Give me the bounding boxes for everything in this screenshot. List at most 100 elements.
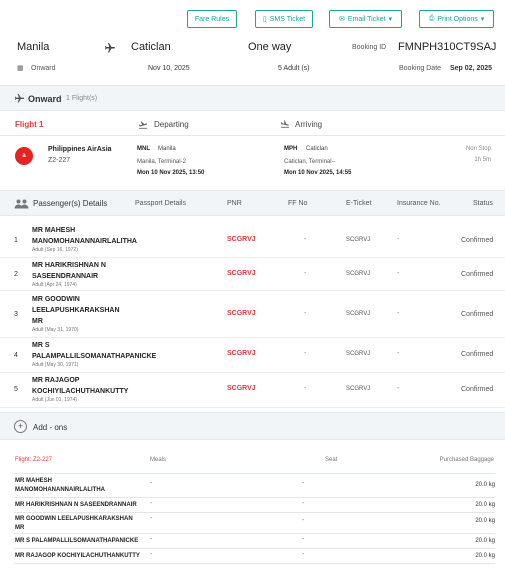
name-line: MR HARIKRISHNAN N bbox=[32, 262, 106, 269]
name-line: MANOMOHANANNAIRLALITHA bbox=[15, 487, 105, 493]
booking-header: Manila Caticlan One way Booking ID FMNPH… bbox=[0, 40, 505, 82]
seat-value: - bbox=[302, 480, 305, 487]
passenger-name: MR HARIKRISHNAN N SASEENDRANNAIR bbox=[15, 501, 137, 510]
trip-type: One way bbox=[248, 41, 292, 53]
passenger-row: 4 MR S PALAMPALLILSOMANATHAPANICKE Adult… bbox=[0, 338, 505, 373]
stops-info: Non Stop bbox=[465, 146, 491, 152]
airplane-icon bbox=[14, 93, 25, 103]
seat-value: - bbox=[302, 517, 305, 524]
passenger-name: MR MAHESH MANOMOHANANNAIRLALITHA Adult (… bbox=[32, 225, 162, 254]
passenger-section-title: Passenger(s) Details bbox=[33, 199, 108, 208]
ff-value: - bbox=[304, 236, 307, 243]
departing-label: Departing bbox=[154, 120, 189, 129]
addon-row: MR MAHESH MANOMOHANANNAIRLALITHA - - 20.… bbox=[14, 474, 495, 498]
takeoff-icon bbox=[138, 121, 148, 129]
eticket-value: SCGRVJ bbox=[346, 351, 371, 357]
meals-value: - bbox=[150, 480, 153, 487]
eticket-value: SCGRVJ bbox=[346, 271, 371, 277]
name-line: MR MAHESH bbox=[32, 227, 76, 234]
eticket-value: SCGRVJ bbox=[346, 386, 371, 392]
addon-row: MR HARIKRISHNAN N SASEENDRANNAIR - - 20.… bbox=[14, 498, 495, 513]
insurance-value: - bbox=[397, 350, 400, 357]
passenger-dob: Adult (May 30, 1971) bbox=[32, 362, 79, 368]
baggage-value: 20.0 kg bbox=[475, 502, 495, 508]
meals-value: - bbox=[150, 500, 153, 507]
insurance-value: - bbox=[397, 385, 400, 392]
passenger-name: MR GOODWIN LEELAPUSHKARAKSHAN MR Adult (… bbox=[32, 294, 162, 334]
arrival-time: Mon 10 Nov 2025, 14:55 bbox=[284, 170, 352, 176]
row-number: 3 bbox=[14, 311, 18, 318]
col-purchased-baggage: Purchased Baggage bbox=[439, 457, 494, 463]
name-line: MR RAJAGOP bbox=[32, 377, 80, 384]
booking-id: FMNPH310CT9SAJ bbox=[398, 41, 497, 53]
col-status: Status bbox=[473, 200, 493, 207]
pnr-value: SCGRVJ bbox=[227, 350, 256, 357]
fare-rules-label: Fare Rules bbox=[194, 15, 230, 23]
seat-value: - bbox=[302, 551, 305, 558]
row-number: 5 bbox=[14, 386, 18, 393]
traveller-count: 5 Adult (s) bbox=[278, 65, 310, 72]
name-line: MR S bbox=[32, 342, 50, 349]
toolbar: Fare Rules ▯ SMS Ticket ✉ Email Ticket ▾… bbox=[0, 10, 505, 30]
status-value: Confirmed bbox=[461, 311, 494, 318]
plus-icon[interactable]: + bbox=[14, 420, 27, 433]
printer-icon: ⎙ bbox=[428, 15, 435, 22]
users-icon bbox=[14, 199, 29, 209]
col-meals: Meals bbox=[150, 457, 167, 463]
print-options-button[interactable]: ⎙ Print Options ▾ bbox=[419, 10, 494, 28]
airline-name: Philippines AirAsia bbox=[48, 146, 112, 153]
addon-row: MR GOODWIN LEELAPUSHKARAKSHAN MR - - 20.… bbox=[14, 513, 495, 534]
caret-down-icon: ▾ bbox=[388, 16, 393, 23]
row-number: 2 bbox=[14, 271, 18, 278]
name-line: MR HARIKRISHNAN N SASEENDRANNAIR bbox=[15, 502, 137, 508]
name-line: MR GOODWIN LEELAPUSHKARAKSHAN bbox=[15, 516, 133, 522]
departure-city: Manila bbox=[158, 146, 176, 152]
sms-ticket-button[interactable]: ▯ SMS Ticket bbox=[255, 10, 313, 28]
name-line: MR S PALAMPALLILSOMANATHAPANICKE bbox=[15, 538, 139, 544]
row-number: 1 bbox=[14, 237, 18, 244]
eticket-value: SCGRVJ bbox=[346, 311, 371, 317]
passenger-name: MR GOODWIN LEELAPUSHKARAKSHAN MR bbox=[15, 515, 133, 533]
passenger-dob: Adult (Apr 24, 1974) bbox=[32, 282, 77, 288]
direction-label: Onward bbox=[31, 65, 56, 72]
ff-value: - bbox=[304, 270, 307, 277]
meals-value: - bbox=[150, 551, 153, 558]
seat-value: - bbox=[302, 500, 305, 507]
passenger-name: MR RAJAGOP KOCHIYILACHUTHANKUTTY Adult (… bbox=[32, 375, 162, 404]
col-insurance: Insurance No. bbox=[397, 200, 441, 207]
sms-ticket-label: SMS Ticket bbox=[269, 15, 306, 23]
status-value: Confirmed bbox=[461, 237, 494, 244]
insurance-value: - bbox=[397, 270, 400, 277]
passenger-row: 2 MR HARIKRISHNAN N SASEENDRANNAIR Adult… bbox=[0, 258, 505, 291]
passenger-row: 5 MR RAJAGOP KOCHIYILACHUTHANKUTTY Adult… bbox=[0, 373, 505, 408]
passenger-name: MR RAJAGOP KOCHIYILACHUTHANKUTTY bbox=[15, 552, 140, 561]
baggage-value: 20.0 kg bbox=[475, 482, 495, 488]
destination-city: Caticlan bbox=[131, 41, 171, 53]
email-ticket-button[interactable]: ✉ Email Ticket ▾ bbox=[329, 10, 402, 28]
baggage-value: 20.0 kg bbox=[475, 553, 495, 559]
col-ff-no: FF No bbox=[288, 200, 308, 207]
name-line: LEELAPUSHKARAKSHAN bbox=[32, 307, 120, 314]
flight-code: Z2-227 bbox=[48, 157, 71, 164]
booking-date-label: Booking Date bbox=[399, 65, 442, 72]
calendar-icon: ▦ bbox=[17, 65, 24, 72]
status-value: Confirmed bbox=[461, 386, 494, 393]
departure-time: Mon 10 Nov 2025, 13:50 bbox=[137, 170, 205, 176]
ff-value: - bbox=[304, 350, 307, 357]
departure-code: MNL bbox=[137, 146, 150, 152]
col-seat: Seat bbox=[325, 457, 338, 463]
phone-icon: ▯ bbox=[262, 16, 267, 23]
passenger-name: MR S PALAMPALLILSOMANATHAPANICKE bbox=[15, 537, 138, 546]
addons-section-header[interactable]: + Add - ons bbox=[0, 412, 505, 440]
passenger-dob: Adult (Sep 16, 1972) bbox=[32, 247, 78, 253]
arrival-code: MPH bbox=[284, 146, 298, 152]
fare-rules-button[interactable]: Fare Rules bbox=[187, 10, 237, 28]
departure-terminal: Manila, Terminal-2 bbox=[137, 159, 186, 165]
addons-title: Add - ons bbox=[33, 423, 68, 432]
name-line: KOCHIYILACHUTHANKUTTY bbox=[32, 388, 129, 395]
pnr-value: SCGRVJ bbox=[227, 310, 256, 317]
baggage-value: 20.0 kg bbox=[475, 518, 495, 524]
name-line: MR bbox=[15, 525, 25, 531]
name-line: MR MAHESH bbox=[15, 478, 52, 484]
seat-value: - bbox=[302, 536, 305, 543]
